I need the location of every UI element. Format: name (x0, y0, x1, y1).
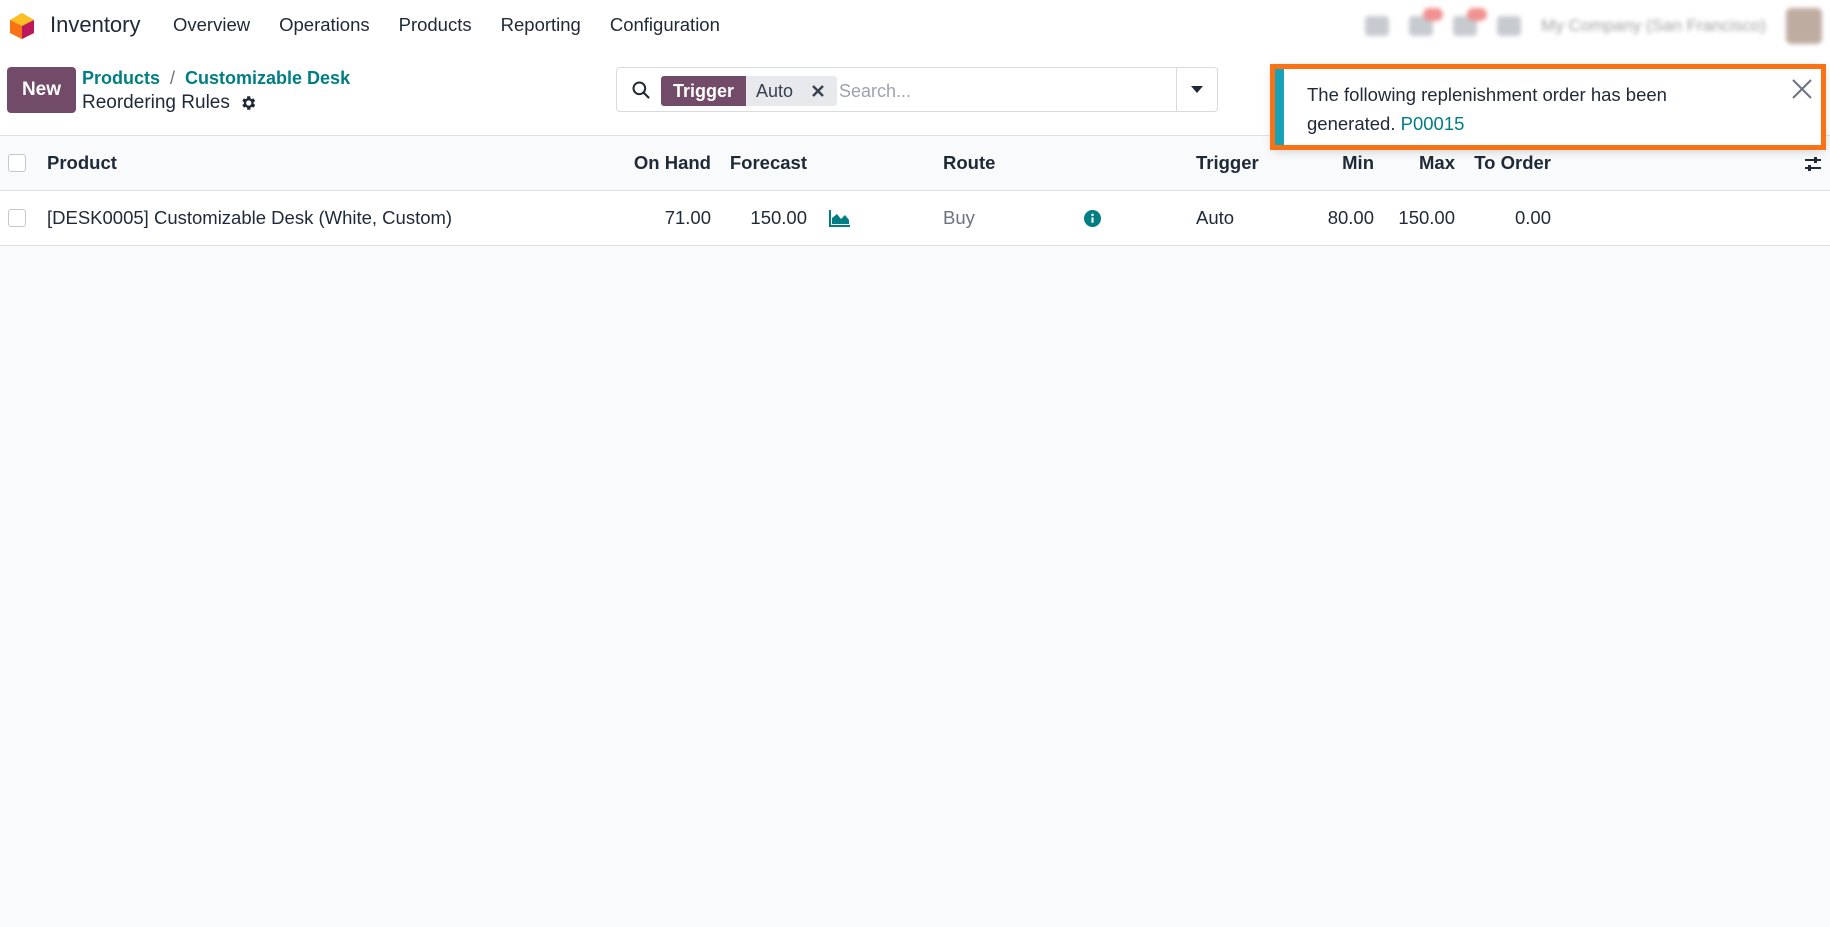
avatar[interactable] (1786, 8, 1822, 44)
facet-label: Trigger (661, 76, 747, 106)
systray: My Company (San Francisco) (1365, 0, 1830, 52)
menu-overview[interactable]: Overview (173, 14, 250, 36)
cell-product[interactable]: [DESK0005] Customizable Desk (White, Cus… (47, 191, 452, 245)
cell-min[interactable]: 80.00 (1290, 191, 1374, 245)
company-switcher[interactable]: My Company (San Francisco) (1541, 16, 1766, 36)
top-navbar: Inventory Overview Operations Products R… (0, 0, 1830, 52)
tools-icon[interactable] (1497, 16, 1522, 36)
search-input[interactable] (839, 76, 1169, 106)
close-icon[interactable] (1791, 78, 1813, 100)
row-checkbox[interactable] (8, 209, 26, 227)
notification-toast: The following replenishment order has be… (1273, 66, 1824, 149)
breadcrumb-products[interactable]: Products (82, 68, 160, 89)
cell-to-order[interactable]: 0.00 (1455, 191, 1551, 245)
page-title-row: Reordering Rules (82, 92, 257, 114)
gear-icon[interactable] (239, 94, 257, 112)
search-icon[interactable] (631, 80, 651, 100)
forecast-graph-button[interactable] (829, 191, 851, 245)
breadcrumb-customizable-desk[interactable]: Customizable Desk (185, 68, 350, 89)
search-bar: Trigger Auto (616, 67, 1218, 112)
inventory-app-icon[interactable] (8, 12, 36, 40)
column-trigger[interactable]: Trigger (1196, 136, 1259, 190)
messages-icon[interactable] (1409, 8, 1444, 36)
main-menu: Overview Operations Products Reporting C… (173, 14, 720, 36)
facet-value: Auto (756, 80, 794, 101)
new-button[interactable]: New (7, 67, 76, 113)
close-icon[interactable] (811, 84, 825, 98)
area-chart-icon (829, 210, 850, 227)
debug-icon[interactable] (1365, 16, 1390, 36)
app-name[interactable]: Inventory (50, 12, 141, 38)
cell-route[interactable]: Buy (943, 191, 975, 245)
cell-max[interactable]: 150.00 (1374, 191, 1455, 245)
cell-trigger[interactable]: Auto (1196, 191, 1234, 245)
cell-forecast: 150.00 (750, 207, 807, 228)
route-info-button[interactable] (1084, 191, 1101, 245)
caret-down-icon (1191, 86, 1203, 93)
cell-on-hand: 71.00 (664, 207, 711, 228)
breadcrumb-separator: / (170, 68, 176, 88)
sliders-icon[interactable] (1804, 155, 1822, 173)
info-icon (1084, 209, 1101, 227)
activities-icon[interactable] (1453, 8, 1488, 36)
facet-value-box: Auto (746, 76, 838, 106)
menu-reporting[interactable]: Reporting (501, 14, 581, 36)
menu-configuration[interactable]: Configuration (610, 14, 720, 36)
table-row[interactable]: [DESK0005] Customizable Desk (White, Cus… (0, 191, 1830, 246)
menu-operations[interactable]: Operations (279, 14, 370, 36)
menu-products[interactable]: Products (399, 14, 472, 36)
search-facet-trigger: Trigger Auto (661, 76, 838, 106)
column-route[interactable]: Route (943, 136, 995, 190)
search-options-toggle[interactable] (1176, 68, 1217, 111)
column-product[interactable]: Product (47, 136, 117, 190)
column-on-hand[interactable]: On Hand (600, 136, 711, 190)
page-title: Reordering Rules (82, 92, 230, 113)
activities-badge (1467, 8, 1488, 21)
notification-message: The following replenishment order has be… (1307, 80, 1757, 138)
notification-order-link[interactable]: P00015 (1401, 113, 1465, 134)
messages-badge (1423, 8, 1444, 21)
breadcrumb: Products / Customizable Desk (82, 68, 350, 89)
select-all-checkbox[interactable] (8, 154, 26, 172)
notification-body: The following replenishment order has be… (1307, 84, 1667, 134)
column-forecast[interactable]: Forecast (711, 136, 807, 190)
notification-progress-bar (1284, 145, 1691, 149)
